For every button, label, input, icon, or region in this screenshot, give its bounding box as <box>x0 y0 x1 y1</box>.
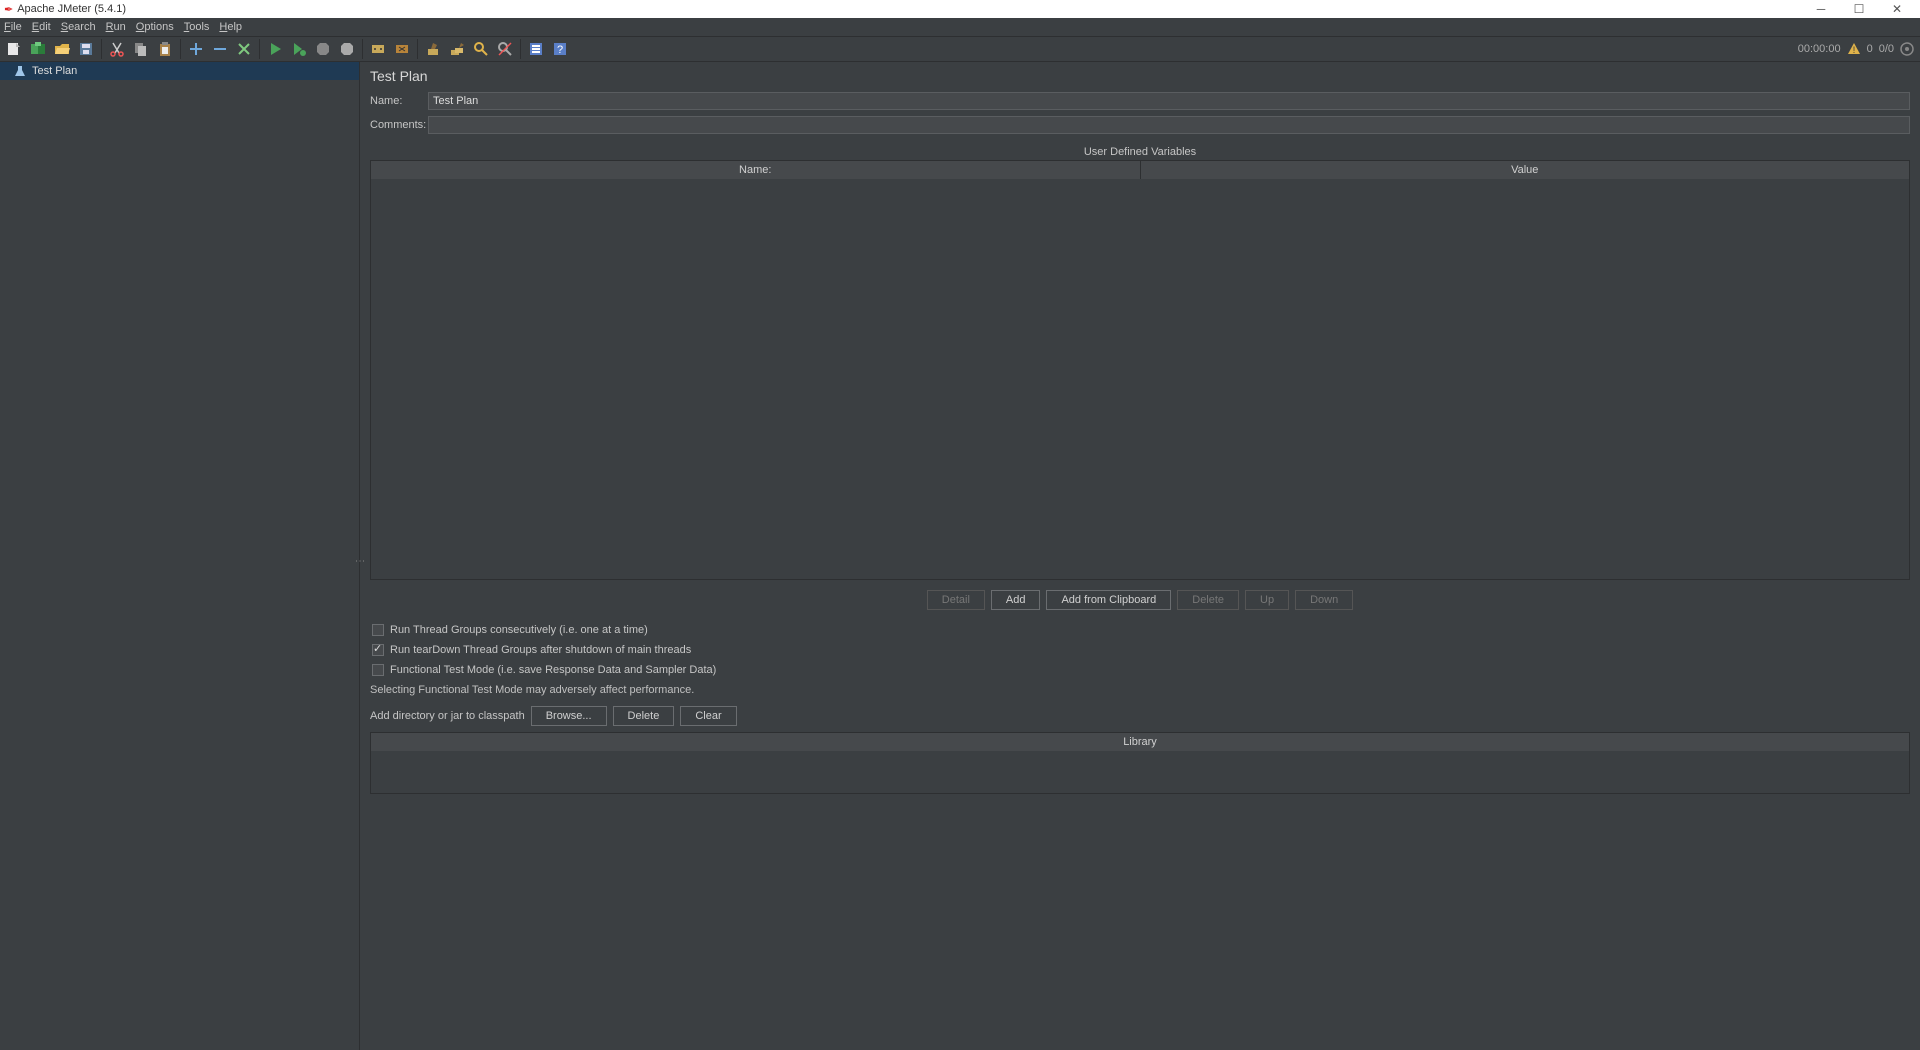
functional-mode-checkbox[interactable] <box>372 664 384 676</box>
down-button[interactable]: Down <box>1295 590 1353 610</box>
add-button[interactable]: Add <box>991 590 1041 610</box>
window-titlebar: ✒ Apache JMeter (5.4.1) ─ ☐ ✕ <box>0 0 1920 18</box>
browse-button[interactable]: Browse... <box>531 706 607 726</box>
menu-edit[interactable]: Edit <box>32 21 51 33</box>
status-area: 00:00:00 ! 0 0/0 <box>1798 42 1914 56</box>
start-no-timers-icon[interactable] <box>288 38 310 60</box>
stop-icon[interactable] <box>312 38 334 60</box>
detail-button[interactable]: Detail <box>927 590 985 610</box>
tree-item-test-plan[interactable]: Test Plan <box>0 62 359 80</box>
udv-col-value[interactable]: Value <box>1141 161 1910 179</box>
save-icon[interactable] <box>75 38 97 60</box>
remote-stop-icon[interactable] <box>391 38 413 60</box>
panel-title: Test Plan <box>370 68 1910 84</box>
warning-icon[interactable]: ! <box>1847 42 1861 56</box>
minimize-button[interactable]: ─ <box>1802 2 1840 16</box>
shutdown-icon[interactable] <box>336 38 358 60</box>
run-consecutive-checkbox[interactable] <box>372 624 384 636</box>
menu-file[interactable]: File <box>4 21 22 33</box>
udv-table: Name: Value <box>370 160 1910 580</box>
tree-item-label: Test Plan <box>32 65 77 77</box>
clear-icon[interactable] <box>422 38 444 60</box>
new-icon[interactable] <box>3 38 25 60</box>
comments-label: Comments: <box>370 119 428 131</box>
collapse-icon[interactable] <box>209 38 231 60</box>
expand-icon[interactable] <box>185 38 207 60</box>
delete-button[interactable]: Delete <box>1177 590 1239 610</box>
run-consecutive-label: Run Thread Groups consecutively (i.e. on… <box>390 624 648 636</box>
maximize-button[interactable]: ☐ <box>1840 2 1878 16</box>
clear-all-icon[interactable] <box>446 38 468 60</box>
up-button[interactable]: Up <box>1245 590 1289 610</box>
elapsed-time: 00:00:00 <box>1798 43 1841 55</box>
window-title: Apache JMeter (5.4.1) <box>17 3 126 15</box>
menu-options[interactable]: Options <box>136 21 174 33</box>
teardown-checkbox[interactable] <box>372 644 384 656</box>
remote-start-icon[interactable] <box>367 38 389 60</box>
cut-icon[interactable] <box>106 38 128 60</box>
test-plan-panel: Test Plan Name: Comments: User Defined V… <box>360 62 1920 1050</box>
templates-icon[interactable] <box>27 38 49 60</box>
teardown-label: Run tearDown Thread Groups after shutdow… <box>390 644 691 656</box>
menu-bar: File Edit Search Run Options Tools Help <box>0 18 1920 36</box>
splitter-handle[interactable]: ⋮ <box>354 556 365 566</box>
paste-icon[interactable] <box>154 38 176 60</box>
reset-search-icon[interactable] <box>494 38 516 60</box>
help-icon[interactable]: ? <box>549 38 571 60</box>
svg-text:!: ! <box>1852 45 1855 55</box>
name-label: Name: <box>370 95 428 107</box>
classpath-delete-button[interactable]: Delete <box>613 706 675 726</box>
function-helper-icon[interactable] <box>525 38 547 60</box>
menu-search[interactable]: Search <box>61 21 96 33</box>
clear-button[interactable]: Clear <box>680 706 736 726</box>
thread-count: 0/0 <box>1879 43 1894 55</box>
jmeter-icon: ✒ <box>4 3 13 16</box>
threads-icon <box>1900 42 1914 56</box>
menu-help[interactable]: Help <box>219 21 242 33</box>
flask-icon <box>14 65 26 77</box>
search-icon[interactable] <box>470 38 492 60</box>
functional-mode-label: Functional Test Mode (i.e. save Response… <box>390 664 716 676</box>
toggle-icon[interactable] <box>233 38 255 60</box>
udv-body[interactable] <box>371 179 1909 579</box>
classpath-label: Add directory or jar to classpath <box>370 710 525 722</box>
add-from-clipboard-button[interactable]: Add from Clipboard <box>1046 590 1171 610</box>
toolbar: ? 00:00:00 ! 0 0/0 <box>0 36 1920 62</box>
close-button[interactable]: ✕ <box>1878 2 1916 16</box>
menu-tools[interactable]: Tools <box>184 21 210 33</box>
comments-input[interactable] <box>428 116 1910 134</box>
open-icon[interactable] <box>51 38 73 60</box>
functional-mode-note: Selecting Functional Test Mode may adver… <box>370 684 1910 696</box>
svg-text:?: ? <box>557 44 563 56</box>
copy-icon[interactable] <box>130 38 152 60</box>
library-body[interactable] <box>371 751 1909 793</box>
library-table: Library <box>370 732 1910 794</box>
start-icon[interactable] <box>264 38 286 60</box>
udv-col-name[interactable]: Name: <box>371 161 1141 179</box>
udv-title: User Defined Variables <box>370 146 1910 158</box>
warning-count: 0 <box>1867 43 1873 55</box>
library-header[interactable]: Library <box>371 733 1909 751</box>
menu-run[interactable]: Run <box>106 21 126 33</box>
test-plan-tree[interactable]: Test Plan ⋮ <box>0 62 360 1050</box>
name-input[interactable] <box>428 92 1910 110</box>
